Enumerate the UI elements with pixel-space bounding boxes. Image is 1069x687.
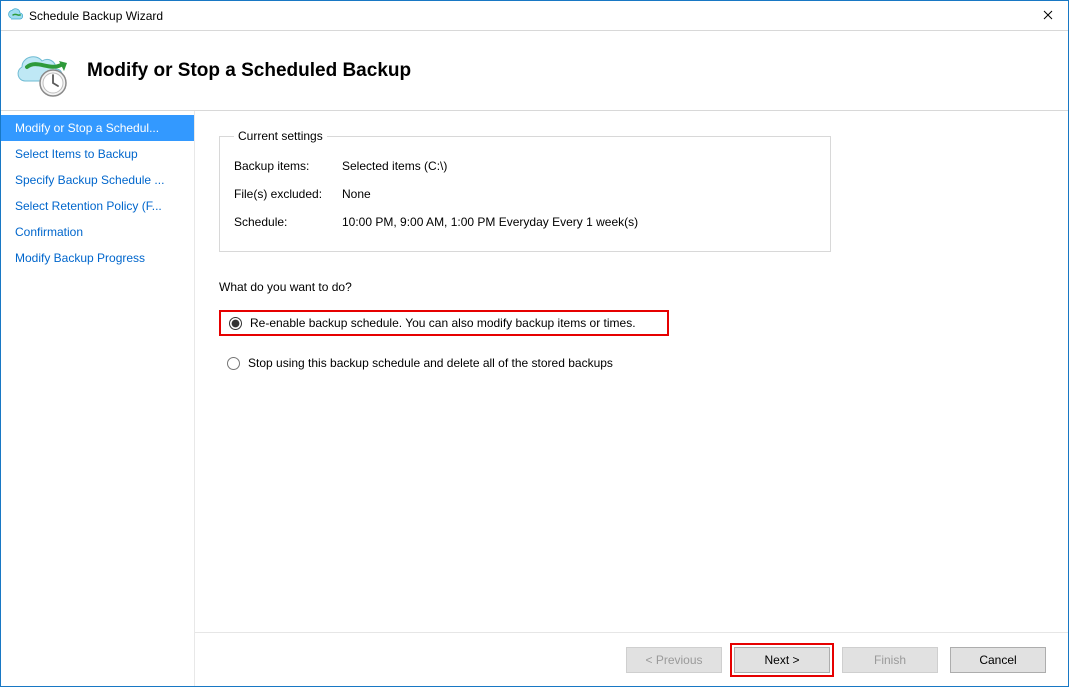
cancel-button[interactable]: Cancel — [950, 647, 1046, 673]
header-panel: Modify or Stop a Scheduled Backup — [1, 31, 1068, 111]
next-button[interactable]: Next > — [734, 647, 830, 673]
app-icon — [7, 8, 23, 24]
files-excluded-label: File(s) excluded: — [234, 187, 342, 201]
wizard-footer: < Previous Next > Finish Cancel — [195, 632, 1068, 686]
schedule-label: Schedule: — [234, 215, 342, 229]
finish-button: Finish — [842, 647, 938, 673]
sidebar-item-retention-policy[interactable]: Select Retention Policy (F... — [1, 193, 194, 219]
previous-button: < Previous — [626, 647, 722, 673]
sidebar-item-confirmation[interactable]: Confirmation — [1, 219, 194, 245]
sidebar-item-modify-or-stop[interactable]: Modify or Stop a Schedul... — [1, 115, 194, 141]
sidebar-item-select-items[interactable]: Select Items to Backup — [1, 141, 194, 167]
sidebar-item-specify-schedule[interactable]: Specify Backup Schedule ... — [1, 167, 194, 193]
schedule-value: 10:00 PM, 9:00 AM, 1:00 PM Everyday Ever… — [342, 215, 816, 229]
option-stop-schedule[interactable]: Stop using this backup schedule and dele… — [219, 352, 1044, 374]
current-settings-legend: Current settings — [234, 129, 327, 143]
main-content: Current settings Backup items: Selected … — [195, 111, 1068, 632]
option-reenable-label: Re-enable backup schedule. You can also … — [250, 316, 636, 330]
backup-wizard-icon — [13, 43, 73, 99]
page-title: Modify or Stop a Scheduled Backup — [87, 60, 411, 82]
option-stop-label: Stop using this backup schedule and dele… — [248, 356, 613, 370]
sidebar-item-modify-progress[interactable]: Modify Backup Progress — [1, 245, 194, 271]
window-title: Schedule Backup Wizard — [29, 9, 163, 23]
current-settings-group: Current settings Backup items: Selected … — [219, 129, 831, 252]
files-excluded-value: None — [342, 187, 816, 201]
close-button[interactable] — [1028, 0, 1068, 30]
titlebar: Schedule Backup Wizard — [1, 1, 1068, 31]
backup-items-value: Selected items (C:\) — [342, 159, 816, 173]
option-stop-radio[interactable] — [227, 357, 240, 370]
option-reenable-radio[interactable] — [229, 317, 242, 330]
option-reenable-schedule[interactable]: Re-enable backup schedule. You can also … — [219, 310, 669, 336]
wizard-steps-sidebar: Modify or Stop a Schedul... Select Items… — [1, 111, 195, 686]
question-prompt: What do you want to do? — [219, 280, 1044, 294]
backup-items-label: Backup items: — [234, 159, 342, 173]
